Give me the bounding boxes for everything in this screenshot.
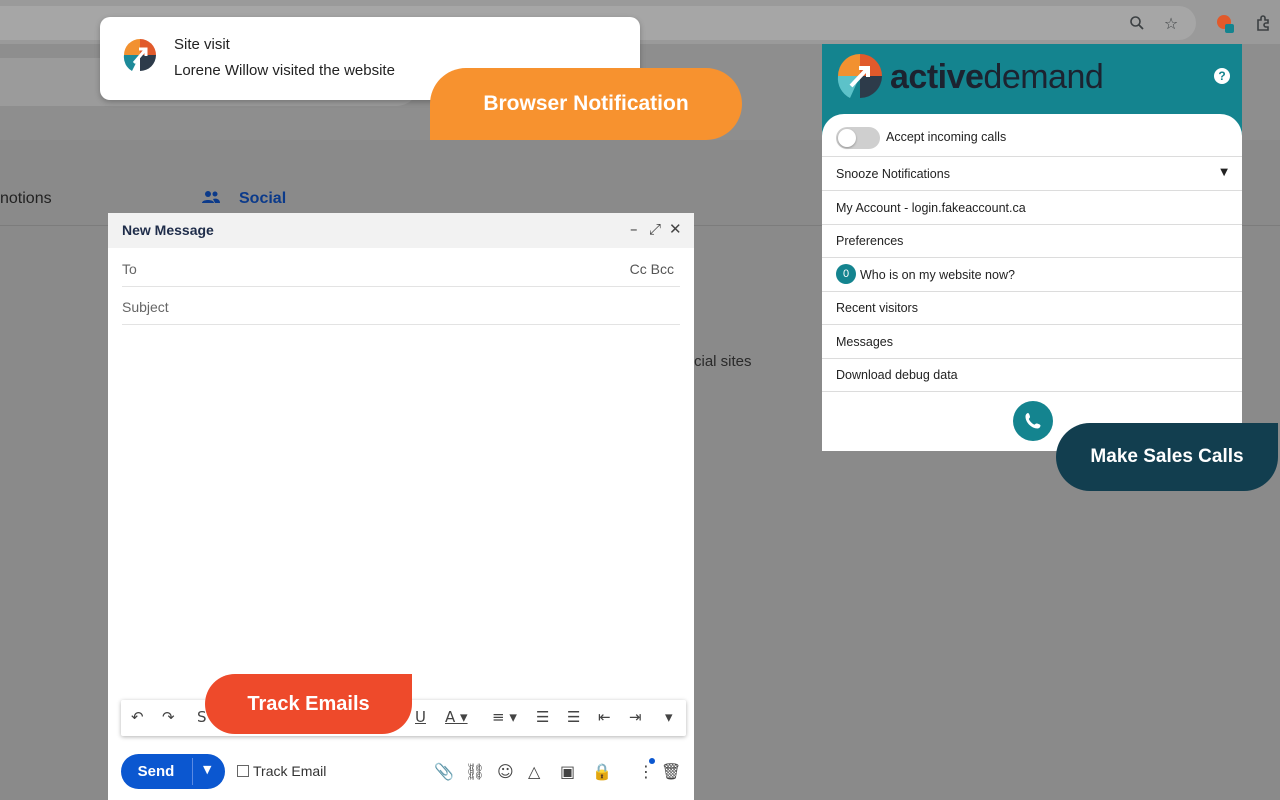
cc-bcc-link[interactable]: Cc Bcc (630, 261, 674, 277)
track-email-checkbox[interactable] (237, 765, 249, 777)
visitor-count-badge: 0 (836, 264, 856, 284)
activedemand-logo (123, 39, 156, 71)
help-icon[interactable]: ? (1214, 68, 1230, 84)
compose-title: New Message (122, 222, 214, 238)
accept-calls-label: Accept incoming calls (886, 130, 1007, 144)
activedemand-logo (837, 54, 882, 98)
tab-social[interactable]: Social (239, 190, 286, 208)
indent-more-icon[interactable]: ⇥ (629, 708, 642, 726)
browser-notification-callout: Browser Notification (430, 68, 742, 140)
numbered-list-icon[interactable]: ☰ (536, 708, 549, 726)
to-label: To (122, 261, 137, 277)
send-label[interactable]: Send (121, 754, 191, 789)
photo-icon[interactable]: ▣ (560, 762, 575, 781)
activedemand-popup: activedemand ? Accept incoming calls Sno… (822, 44, 1242, 451)
send-divider (192, 758, 193, 785)
underline-icon[interactable]: U (415, 708, 426, 726)
my-account-label: My Account - login.fakeaccount.ca (836, 201, 1026, 215)
bullet-list-icon[interactable]: ☰ (567, 708, 580, 726)
social-icon (202, 190, 220, 209)
snooze-label: Snooze Notifications (836, 167, 950, 181)
undo-icon[interactable]: ↶ (131, 708, 144, 726)
snooze-notifications-select[interactable]: Snooze Notifications ▼ (822, 157, 1242, 191)
menu-item-recent-visitors[interactable]: Recent visitors (822, 291, 1242, 325)
zoom-icon[interactable] (1126, 12, 1148, 34)
menu-item-my-account[interactable]: My Account - login.fakeaccount.ca (822, 191, 1242, 225)
drive-icon[interactable]: △ (528, 762, 540, 781)
notification-body: Lorene Willow visited the website (174, 62, 395, 79)
phone-icon (1025, 413, 1041, 429)
notification-dot (649, 758, 655, 764)
message-body[interactable] (122, 329, 680, 689)
menu-item-debug[interactable]: Download debug data (822, 358, 1242, 392)
track-emails-callout: Track Emails (205, 674, 412, 734)
expand-icon[interactable]: ⤢ (649, 220, 661, 238)
align-icon[interactable]: ≡ ▾ (492, 708, 517, 726)
trash-icon[interactable]: 🗑 (661, 762, 681, 781)
messages-label: Messages (836, 335, 893, 349)
send-button[interactable]: Send ▼ (121, 754, 225, 789)
subject-field[interactable]: Subject (122, 287, 680, 325)
minimize-icon[interactable]: – (630, 220, 638, 238)
menu-item-messages[interactable]: Messages (822, 325, 1242, 359)
subject-placeholder: Subject (122, 299, 169, 315)
dropdown-arrow-icon: ▼ (1220, 167, 1228, 178)
brand-bold: active (890, 58, 984, 96)
close-icon[interactable]: ✕ (669, 220, 682, 238)
preferences-label: Preferences (836, 234, 904, 248)
compose-header: New Message – ⤢ ✕ (108, 213, 694, 248)
indent-less-icon[interactable]: ⇤ (598, 708, 611, 726)
debug-label: Download debug data (836, 368, 958, 382)
brand-wordmark: activedemand (890, 58, 1104, 97)
call-button[interactable] (1013, 401, 1053, 441)
extension-icon[interactable] (1214, 12, 1236, 34)
accept-calls-row[interactable]: Accept incoming calls (822, 114, 1242, 157)
emoji-icon[interactable]: ☺ (497, 762, 514, 781)
brand-light: demand (983, 58, 1104, 96)
notification-title: Site visit (174, 36, 230, 53)
who-online-label: Who is on my website now? (860, 268, 1015, 282)
more-options-icon[interactable]: ⋮ (638, 762, 654, 781)
attach-icon[interactable]: 📎 (434, 762, 454, 781)
make-sales-calls-callout: Make Sales Calls (1056, 423, 1278, 491)
recent-visitors-label: Recent visitors (836, 301, 918, 315)
redo-icon[interactable]: ↷ (162, 708, 175, 726)
accept-calls-toggle[interactable] (836, 127, 880, 149)
text-color-icon[interactable]: A ▾ (445, 708, 468, 726)
more-formatting-icon[interactable]: ▾ (665, 708, 673, 726)
menu-item-who-online[interactable]: 0 Who is on my website now? (822, 258, 1242, 292)
toggle-knob (838, 129, 856, 147)
send-options-icon[interactable]: ▼ (203, 763, 211, 776)
menu-item-preferences[interactable]: Preferences (822, 224, 1242, 258)
bookmark-star-icon[interactable]: ☆ (1160, 12, 1182, 34)
background-hint-text: cial sites (694, 353, 752, 370)
lock-icon[interactable]: 🔒 (592, 762, 612, 781)
to-field[interactable]: To Cc Bcc (122, 249, 680, 287)
puzzle-icon[interactable] (1253, 12, 1275, 34)
track-email-label[interactable]: Track Email (253, 763, 326, 779)
tab-promotions[interactable]: notions (0, 190, 52, 208)
link-icon[interactable]: ⛓ (465, 762, 485, 781)
